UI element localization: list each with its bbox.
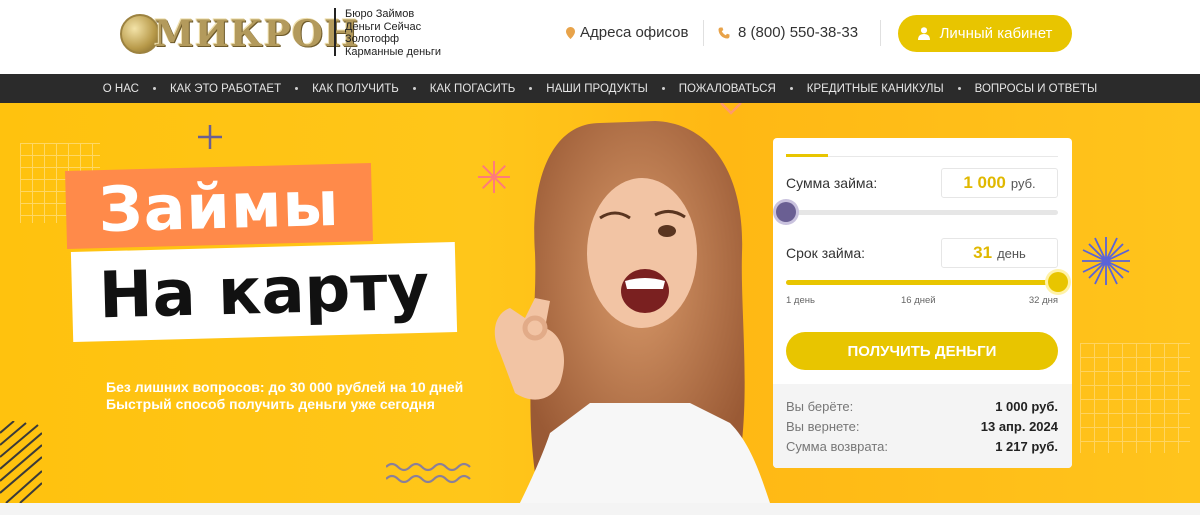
summary-value: 1 217 руб. [995, 439, 1058, 454]
site-header: МИКРОН Бюро Займов Деньги Сейчас Золотоф… [0, 0, 1200, 74]
brand-line: Деньги Сейчас [345, 20, 422, 33]
hero-title-primary: Займы [65, 163, 373, 249]
summary-row: Вы берёте: 1 000 руб. [786, 399, 1058, 414]
brand-line: Карманные деньги [345, 45, 442, 58]
summary-value: 1 000 руб. [995, 399, 1058, 414]
hero-photo [494, 121, 770, 503]
header-separator [703, 20, 704, 46]
summary-row: Сумма возврата: 1 217 руб. [786, 439, 1058, 454]
main-nav: О нас Как это работает Как получить Как … [0, 74, 1200, 103]
nav-item-about[interactable]: О нас [89, 83, 153, 95]
hero-subtitle: Без лишних вопросов: до 30 000 рублей на… [106, 379, 463, 413]
term-slider-fill [786, 280, 1058, 285]
calculator-tab-indicator [786, 154, 828, 157]
hero-title-line1: Займы [97, 166, 341, 246]
user-icon [917, 27, 930, 40]
term-input[interactable]: 31 день [941, 238, 1058, 268]
nav-item-credit-holidays[interactable]: Кредитные каникулы [793, 83, 958, 95]
page-bottom-band [0, 503, 1200, 515]
summary-label: Вы берёте: [786, 399, 854, 414]
personal-cabinet-button[interactable]: Личный кабинет [898, 15, 1072, 52]
amount-value: 1 000 [963, 173, 1006, 192]
tick-label: 1 день [786, 295, 815, 306]
amount-slider-handle[interactable] [776, 202, 796, 222]
hero-subtitle-line2: Быстрый способ получить деньги уже сегод… [106, 396, 435, 412]
hero-title-secondary: На карту [70, 241, 458, 343]
office-addresses-label: Адреса офисов [580, 24, 689, 41]
amount-unit: руб. [1010, 175, 1036, 191]
office-addresses-link[interactable]: Адреса офисов [566, 24, 689, 41]
nav-item-how-to-get[interactable]: Как получить [298, 83, 413, 95]
header-separator [880, 20, 881, 46]
brand-line: Бюро Займов [345, 8, 415, 20]
phone-number: 8 (800) 550-38-33 [738, 24, 859, 41]
map-pin-icon [566, 26, 575, 39]
summary-value: 13 апр. 2024 [980, 419, 1058, 434]
hero-banner: Займы На карту Без лишних вопросов: до 3… [0, 103, 1200, 503]
term-slider-handle[interactable] [1048, 272, 1068, 292]
summary-row: Вы вернете: 13 апр. 2024 [786, 419, 1058, 434]
stripes-decoration-icon [0, 421, 42, 503]
tick-label: 16 дней [901, 295, 936, 306]
term-slider[interactable] [786, 272, 1068, 292]
phone-link[interactable]: 8 (800) 550-38-33 [718, 24, 858, 41]
nav-item-faq[interactable]: Вопросы и ответы [961, 83, 1112, 95]
summary-label: Вы вернете: [786, 419, 860, 434]
hero-subtitle-line1: Без лишних вопросов: до 30 000 рублей на… [106, 379, 464, 395]
hero-title-line2: На карту [97, 250, 431, 334]
brand-list: Бюро Займов Деньги Сейчас Золотофф Карма… [345, 8, 441, 58]
amount-label: Сумма займа: [786, 175, 878, 191]
logo-text: МИКРОН [154, 13, 360, 55]
logo[interactable]: МИКРОН [120, 6, 359, 62]
personal-cabinet-label: Личный кабинет [939, 25, 1053, 42]
nav-item-products[interactable]: Наши продукты [532, 83, 661, 95]
phone-icon [718, 27, 730, 38]
plus-decoration-icon [198, 125, 222, 149]
term-unit: день [997, 245, 1026, 261]
tick-label: 32 дня [1028, 295, 1058, 306]
brand-line: Золотофф [345, 33, 400, 45]
nav-item-complaint[interactable]: Пожаловаться [665, 83, 790, 95]
nav-item-how-it-works[interactable]: Как это работает [156, 83, 295, 95]
term-value: 31 [973, 243, 993, 262]
summary-label: Сумма возврата: [786, 439, 888, 454]
loan-calculator: Сумма займа: 1 000 руб. Срок займа: 31 д… [773, 138, 1072, 468]
amount-slider[interactable] [776, 202, 1058, 222]
term-label: Срок займа: [786, 245, 866, 261]
starburst-decoration-icon [1082, 237, 1130, 285]
loan-summary: Вы берёте: 1 000 руб. Вы вернете: 13 апр… [773, 384, 1072, 468]
nav-item-how-to-repay[interactable]: Как погасить [416, 83, 530, 95]
wave-decoration-icon [386, 462, 471, 484]
get-money-button[interactable]: ПОЛУЧИТЬ ДЕНЬГИ [786, 332, 1058, 370]
amount-input[interactable]: 1 000 руб. [941, 168, 1058, 198]
grid-decoration [1080, 343, 1190, 453]
logo-divider [334, 8, 336, 56]
